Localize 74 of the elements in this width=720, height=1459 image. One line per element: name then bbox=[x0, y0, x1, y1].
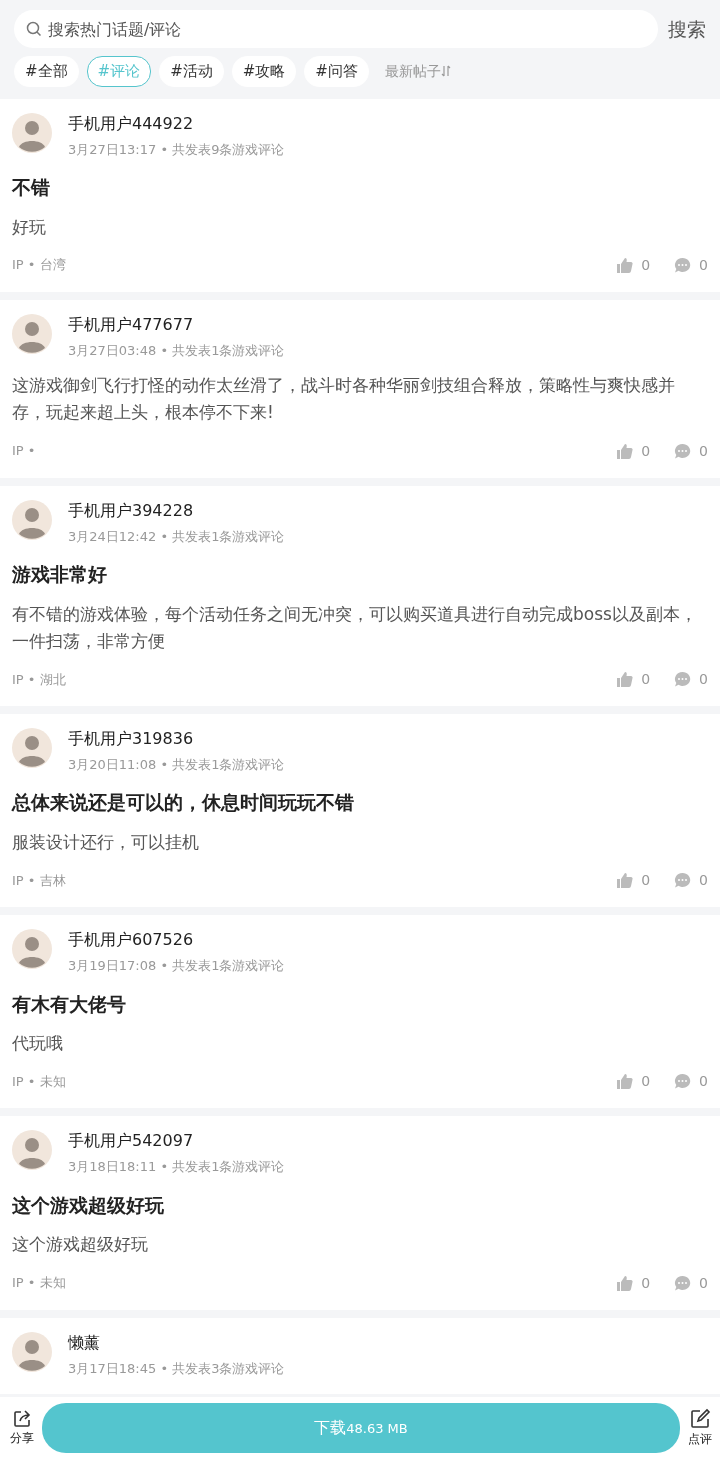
tag-chip[interactable]: #活动 bbox=[159, 56, 224, 87]
like-count: 0 bbox=[641, 871, 651, 891]
like-count: 0 bbox=[641, 255, 651, 275]
comment-count: 0 bbox=[699, 1072, 708, 1092]
ip-location: IP • 未知 bbox=[12, 1073, 66, 1092]
post-meta: 3月20日11:08 • 共发表1条游戏评论 bbox=[68, 755, 285, 774]
avatar[interactable] bbox=[12, 1331, 52, 1372]
user-name: 手机用户607526 bbox=[68, 929, 195, 952]
post-meta: 3月17日18:45 • 共发表3条游戏评论 bbox=[68, 1359, 285, 1378]
avatar[interactable] bbox=[12, 727, 52, 768]
comment-count: 0 bbox=[699, 1273, 708, 1293]
post-title: 游戏非常好 bbox=[12, 562, 108, 588]
share-icon bbox=[12, 1409, 32, 1429]
post-title: 有木有大佬号 bbox=[12, 991, 127, 1017]
tag-chip[interactable]: #全部 bbox=[14, 56, 79, 87]
user-name: 手机用户444922 bbox=[68, 112, 195, 135]
ip-location: IP • 湖北 bbox=[12, 670, 66, 689]
comment-count: 0 bbox=[699, 871, 708, 891]
avatar[interactable] bbox=[12, 929, 52, 970]
ip-location: IP • 吉林 bbox=[12, 871, 66, 890]
user-name: 手机用户477677 bbox=[68, 313, 195, 336]
post-body: 服装设计还行，可以挂机 bbox=[12, 830, 200, 854]
post-body: 这游戏御剑飞行打怪的动作太丝滑了，战斗时各种华丽剑技组合释放，策略性与爽快感并存，玩起来超上头，根本停不下来! bbox=[12, 374, 676, 425]
sort-icon bbox=[440, 64, 451, 79]
avatar[interactable] bbox=[12, 1130, 52, 1171]
comment-icon[interactable] bbox=[674, 256, 692, 274]
post-meta: 3月27日03:48 • 共发表1条游戏评论 bbox=[68, 341, 285, 360]
comment-icon[interactable] bbox=[674, 442, 692, 460]
thumbs-up-icon[interactable] bbox=[616, 1073, 634, 1091]
comment-icon[interactable] bbox=[674, 1073, 692, 1091]
ip-location: IP • 未知 bbox=[12, 1274, 66, 1293]
comment-icon[interactable] bbox=[674, 670, 692, 688]
thumbs-up-icon[interactable] bbox=[616, 872, 634, 890]
comment-icon[interactable] bbox=[674, 872, 692, 890]
ip-location: IP • 台湾 bbox=[12, 256, 66, 275]
post-body: 代玩哦 bbox=[12, 1032, 64, 1056]
search-field[interactable]: 搜索热门话题/评论 bbox=[14, 10, 658, 48]
like-count: 0 bbox=[641, 669, 651, 689]
thumbs-up-icon[interactable] bbox=[616, 670, 634, 688]
user-name: 手机用户542097 bbox=[68, 1130, 195, 1153]
user-name: 手机用户394228 bbox=[68, 499, 195, 522]
review-button[interactable]: 点评 bbox=[688, 1408, 712, 1448]
thumbs-up-icon[interactable] bbox=[616, 1274, 634, 1292]
ip-location: IP • bbox=[12, 442, 36, 461]
avatar[interactable] bbox=[12, 112, 52, 153]
thumbs-up-icon[interactable] bbox=[616, 256, 634, 274]
like-count: 0 bbox=[641, 441, 651, 461]
search-icon bbox=[26, 21, 42, 37]
avatar[interactable] bbox=[12, 313, 52, 354]
comment-count: 0 bbox=[699, 255, 708, 275]
comment-count: 0 bbox=[699, 669, 708, 689]
post-title: 不错 bbox=[12, 175, 51, 200]
post-body: 有不错的游戏体验，每个活动任务之间无冲突，可以购买道具进行自动完成boss以及副本，一件扫荡，非常方便 bbox=[12, 602, 698, 653]
search-button[interactable]: 搜索 bbox=[658, 14, 706, 44]
like-count: 0 bbox=[641, 1072, 651, 1092]
post-meta: 3月18日18:11 • 共发表1条游戏评论 bbox=[68, 1158, 285, 1177]
post-meta: 3月19日17:08 • 共发表1条游戏评论 bbox=[68, 957, 285, 976]
user-name: 懒薰 bbox=[68, 1331, 101, 1354]
share-button[interactable]: 分享 bbox=[10, 1409, 34, 1447]
tag-chip[interactable]: #攻略 bbox=[231, 56, 297, 87]
post-title: 总体来说还是可以的，休息时间玩玩不错 bbox=[12, 790, 355, 816]
user-name: 手机用户319836 bbox=[68, 727, 195, 750]
thumbs-up-icon[interactable] bbox=[616, 442, 634, 460]
post-meta: 3月24日12:42 • 共发表1条游戏评论 bbox=[68, 527, 285, 546]
avatar[interactable] bbox=[12, 499, 52, 540]
edit-icon bbox=[689, 1408, 711, 1430]
post-body: 这个游戏超级好玩 bbox=[12, 1233, 149, 1257]
post-title: 这个游戏超级好玩 bbox=[12, 1192, 165, 1218]
post-meta: 3月27日13:17 • 共发表9条游戏评论 bbox=[68, 140, 285, 159]
tag-chip[interactable]: #问答 bbox=[304, 56, 369, 87]
post-body: 好玩 bbox=[12, 215, 47, 239]
comment-count: 0 bbox=[699, 441, 708, 461]
like-count: 0 bbox=[641, 1273, 651, 1293]
comment-icon[interactable] bbox=[674, 1274, 692, 1292]
